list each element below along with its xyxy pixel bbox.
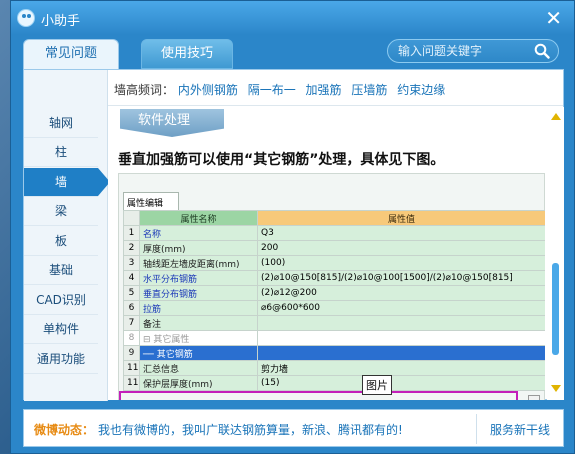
row-index: 1 xyxy=(123,225,140,241)
sidebar-item-wall[interactable]: 墙 xyxy=(24,168,98,197)
table-row: 1 名称 Q3 xyxy=(123,225,545,241)
property-value xyxy=(257,315,545,331)
table-row: 3 轴线距左墙皮距离(mm) (100) xyxy=(123,255,545,271)
property-value: (2)⌀12@200 xyxy=(257,285,545,301)
table-header-index xyxy=(123,210,140,226)
vertical-scrollbar[interactable] xyxy=(547,107,564,400)
table-row: 11 保护层厚度(mm) (15) xyxy=(123,375,545,391)
table-row: 5 垂直分布钢筋 (2)⌀12@200 xyxy=(123,285,545,301)
assistant-window: 小助手 ✕ 常见问题 使用技巧 轴网 柱 墙 梁 板 基础 CAD识别 单构件 … xyxy=(10,0,575,454)
row-index: 6 xyxy=(123,300,140,316)
property-value xyxy=(257,330,545,346)
footer-bar: 微博动态： 我也有微博的，我叫广联达钢筋算量，新浪、腾讯都有的! 服务新干线 xyxy=(23,409,564,447)
answer-heading: 垂直加强筋可以使用“其它钢筋”处理，具体见下图。 xyxy=(118,152,445,168)
property-value: 剪力墙 xyxy=(257,360,545,376)
row-index: 11 xyxy=(123,375,140,391)
table-row: 6 拉筋 ⌀6@600*600 xyxy=(123,300,545,316)
table-row: 7 备注 xyxy=(123,315,545,331)
row-index: 3 xyxy=(123,255,140,271)
sidebar-item-beam[interactable]: 梁 xyxy=(24,197,98,226)
property-table: 属性名称 属性值 1 名称 Q3 2 厚度(mm) 200 3 轴线距左墙皮距离… xyxy=(123,210,545,391)
row-index: 9 xyxy=(123,345,140,361)
property-value: ⌀6@600*600 xyxy=(257,300,545,316)
close-icon[interactable]: ✕ xyxy=(545,6,562,30)
weibo-link[interactable]: 我也有微博的，我叫广联达钢筋算量，新浪、腾讯都有的! xyxy=(98,421,403,438)
property-name: 保护层厚度(mm) xyxy=(139,375,258,391)
tab-faq[interactable]: 常见问题 xyxy=(23,39,119,69)
property-name: 轴线距左墙皮距离(mm) xyxy=(139,255,258,271)
hot-word-link[interactable]: 约束边缘 xyxy=(397,83,445,97)
title-bar[interactable]: 小助手 ✕ xyxy=(11,1,574,35)
table-header-name: 属性名称 xyxy=(139,210,258,226)
image-tooltip: 图片 xyxy=(362,375,392,395)
footer-divider xyxy=(476,414,477,444)
ellipsis-button[interactable]: ... xyxy=(528,395,540,400)
property-name: ── 其它钢筋 xyxy=(139,345,258,361)
row-index: 4 xyxy=(123,270,140,286)
row-index: 8 xyxy=(123,330,140,346)
weibo-label: 微博动态： xyxy=(34,423,95,437)
sidebar-item-single-component[interactable]: 单构件 xyxy=(24,315,98,344)
property-name: 厚度(mm) xyxy=(139,240,258,256)
search-icon[interactable] xyxy=(534,43,550,59)
tab-tips[interactable]: 使用技巧 xyxy=(141,39,233,69)
property-value: (2)⌀10@150[815]/(2)⌀10@100[1500]/(2)⌀10@… xyxy=(257,270,545,286)
hot-word-link[interactable]: 内外侧钢筋 xyxy=(178,83,238,97)
window-title: 小助手 xyxy=(41,14,81,29)
row-index: 5 xyxy=(123,285,140,301)
property-name: 拉筋 xyxy=(139,300,258,316)
table-row: 2 厚度(mm) 200 xyxy=(123,240,545,256)
row-index: 7 xyxy=(123,315,140,331)
row-index: 11 xyxy=(123,360,140,376)
hot-word-link[interactable]: 加强筋 xyxy=(306,83,342,97)
search-box xyxy=(387,39,559,63)
search-input[interactable] xyxy=(398,43,530,59)
sidebar-item-foundation[interactable]: 基础 xyxy=(24,256,98,285)
hot-words-bar: 墙高频词： 内外侧钢筋 隔一布一 加强筋 压墙筋 约束边缘 xyxy=(108,70,563,106)
section-tag: 软件处理 xyxy=(120,109,224,137)
property-name: 水平分布钢筋 xyxy=(139,270,258,286)
sidebar-item-general-functions[interactable]: 通用功能 xyxy=(24,345,98,374)
hot-word-link[interactable]: 压墙筋 xyxy=(351,83,387,97)
hot-word-link[interactable]: 隔一布一 xyxy=(248,83,296,97)
row-index: 2 xyxy=(123,240,140,256)
property-name: 备注 xyxy=(139,315,258,331)
category-sidebar: 轴网 柱 墙 梁 板 基础 CAD识别 单构件 通用功能 xyxy=(24,70,110,401)
sidebar-item-cad-recognition[interactable]: CAD识别 xyxy=(24,286,98,315)
highlight-box xyxy=(119,391,518,400)
scroll-thumb[interactable] xyxy=(552,263,559,355)
table-row: 4 水平分布钢筋 (2)⌀10@150[815]/(2)⌀10@100[1500… xyxy=(123,270,545,286)
sidebar-item-slab[interactable]: 板 xyxy=(24,227,98,256)
property-value: (15) xyxy=(257,375,545,391)
property-name: 名称 xyxy=(139,225,258,241)
table-header-value: 属性值 xyxy=(257,210,545,226)
property-editor-screenshot: 属性编辑 属性名称 属性值 1 名称 Q3 2 厚度(mm) 200 3 轴线距… xyxy=(118,173,545,400)
table-row: 11 汇总信息 剪力墙 xyxy=(123,360,545,376)
property-name: 垂直分布钢筋 xyxy=(139,285,258,301)
sidebar-item-column[interactable]: 柱 xyxy=(24,138,98,167)
property-editor-tab: 属性编辑 xyxy=(123,192,179,210)
main-content: 轴网 柱 墙 梁 板 基础 CAD识别 单构件 通用功能 墙高频词： 内外侧钢筋… xyxy=(23,69,564,401)
hot-words-label: 墙高频词： xyxy=(114,83,175,97)
property-name: 汇总信息 xyxy=(139,360,258,376)
property-value: 200 xyxy=(257,240,545,256)
service-link[interactable]: 服务新干线 xyxy=(490,421,550,438)
property-group[interactable]: ⊟ 其它属性 xyxy=(139,330,258,346)
scroll-up-arrow-icon[interactable] xyxy=(551,113,561,120)
property-value: (100) xyxy=(257,255,545,271)
app-logo-icon xyxy=(17,9,35,27)
table-row-selected[interactable]: 9 ── 其它钢筋 xyxy=(123,345,545,361)
answer-document: 软件处理 垂直加强筋可以使用“其它钢筋”处理，具体见下图。 属性编辑 属性名称 … xyxy=(108,107,545,400)
scroll-down-arrow-icon[interactable] xyxy=(551,385,561,392)
property-value xyxy=(257,345,545,361)
table-row: 8 ⊟ 其它属性 xyxy=(123,330,545,346)
property-value: Q3 xyxy=(257,225,545,241)
sidebar-item-axis-grid[interactable]: 轴网 xyxy=(24,109,98,138)
